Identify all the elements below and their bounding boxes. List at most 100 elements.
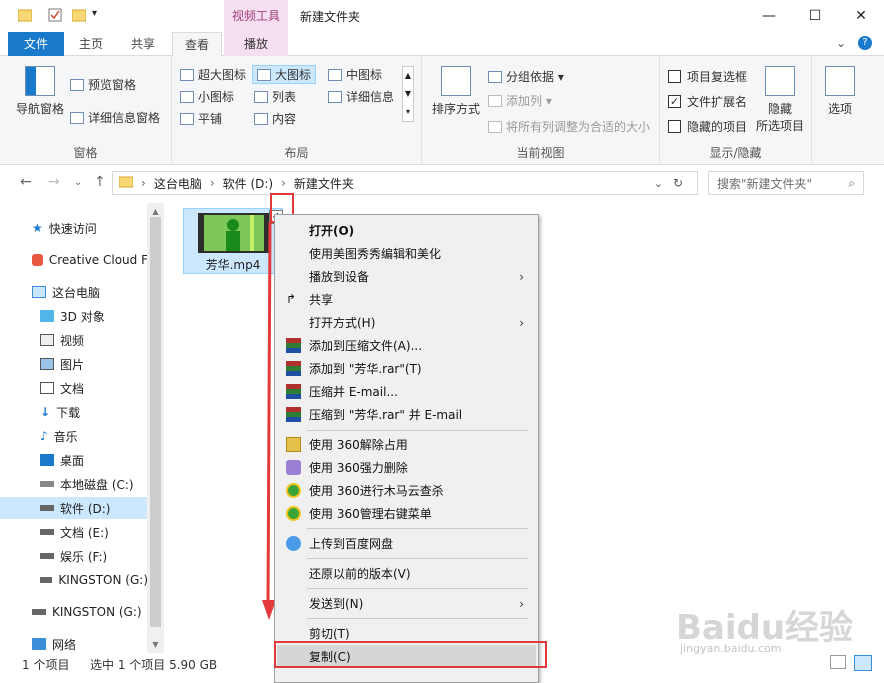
up-arrow-icon[interactable]: ↑	[94, 174, 106, 190]
preview-pane-button[interactable]: 预览窗格	[70, 76, 136, 93]
menu-label: 还原以前的版本(V)	[309, 567, 411, 581]
fit-columns-button[interactable]: 将所有列调整为合适的大小	[488, 118, 650, 135]
close-icon[interactable]: ✕	[838, 0, 884, 32]
details-pane-label: 详细信息窗格	[88, 111, 161, 125]
tab-share[interactable]: 共享	[118, 32, 168, 56]
layout-content[interactable]: 内容	[254, 110, 296, 127]
group-label-layout: 布局	[284, 146, 309, 160]
layout-small-icons[interactable]: 小图标	[180, 88, 234, 105]
address-bar[interactable]: › 这台电脑 › 软件 (D:) › 新建文件夹 ⌄ ↻	[112, 171, 698, 195]
tab-play[interactable]: 播放	[224, 32, 288, 56]
back-arrow-icon[interactable]: ←	[20, 174, 32, 190]
search-input[interactable]: 搜索"新建文件夹" ⌕	[708, 171, 864, 195]
nav-item-drive-g[interactable]: KINGSTON (G:)	[40, 569, 148, 591]
menu-item-restore[interactable]: 还原以前的版本(V)	[277, 562, 536, 585]
nav-pane-icon	[25, 66, 55, 96]
menu-item-360-scan[interactable]: 使用 360进行木马云查杀	[277, 479, 536, 502]
document-icon	[40, 382, 54, 394]
drive-icon	[40, 553, 54, 559]
forward-arrow-icon[interactable]: →	[48, 174, 60, 190]
menu-item-add-archive[interactable]: 添加到压缩文件(A)...	[277, 334, 536, 357]
extra-large-icons-icon	[180, 68, 194, 81]
menu-label: 发送到(N)	[309, 597, 364, 611]
ribbon-group-current-view: 排序方式 分组依据 ▾ 添加列 ▾ 将所有列调整为合适的大小 当前视图	[422, 56, 660, 165]
menu-item-360-delete[interactable]: 使用 360强力删除	[277, 456, 536, 479]
breadcrumb-current-folder[interactable]: 新建文件夹	[294, 175, 354, 192]
breadcrumb-separator-icon: ›	[141, 176, 146, 190]
menu-item-open[interactable]: 打开(O)	[277, 219, 536, 242]
picture-icon	[40, 358, 54, 370]
hide-selected-label-1: 隐藏	[767, 102, 792, 116]
layout-medium-icons[interactable]: 中图标	[328, 66, 382, 83]
tab-file[interactable]: 文件	[8, 32, 64, 56]
submenu-arrow-icon: ›	[519, 269, 524, 284]
layout-list[interactable]: 列表	[254, 88, 296, 105]
sort-by-button[interactable]: 排序方式	[430, 66, 482, 117]
collapse-ribbon-icon[interactable]: ⌄	[836, 36, 846, 50]
menu-item-cast[interactable]: 播放到设备 ›	[277, 265, 536, 288]
layout-tiles[interactable]: 平铺	[180, 110, 222, 127]
nav-label: 网络	[52, 637, 77, 652]
properties-icon[interactable]	[48, 8, 62, 25]
details-pane-button[interactable]: 详细信息窗格	[70, 109, 160, 126]
nav-item-drive-d[interactable]: 软件 (D:)	[0, 497, 148, 519]
new-folder-icon[interactable]	[71, 8, 87, 25]
scroll-down-icon[interactable]: ▼	[147, 640, 164, 649]
menu-item-zip-rar-email[interactable]: 压缩到 "芳华.rar" 并 E-mail	[277, 403, 536, 426]
minimize-icon[interactable]: —	[746, 0, 792, 32]
menu-label: 使用 360解除占用	[309, 438, 408, 452]
menu-label: 共享	[309, 293, 334, 307]
menu-item-share[interactable]: ↱ 共享	[277, 288, 536, 311]
details-icon	[328, 90, 342, 103]
hidden-items-toggle[interactable]: 隐藏的项目	[668, 118, 747, 135]
menu-item-open-with[interactable]: 打开方式(H) ›	[277, 311, 536, 334]
recent-dropdown-icon[interactable]: ⌄	[74, 177, 82, 188]
breadcrumb-drive-d[interactable]: 软件 (D:)	[223, 175, 273, 192]
layout-scroll-icon[interactable]: ▲ ▼ ▾	[402, 66, 414, 122]
refresh-icon[interactable]: ↻	[673, 176, 683, 190]
layout-extra-large-icons[interactable]: 超大图标	[180, 66, 246, 83]
nav-label: Creative Cloud F	[48, 253, 148, 267]
file-ext-toggle[interactable]: ✓ 文件扩展名	[668, 93, 747, 110]
usb-drive-icon	[40, 577, 53, 583]
options-button[interactable]: 选项	[818, 66, 862, 117]
options-label: 选项	[827, 102, 852, 116]
tab-view[interactable]: 查看	[172, 32, 222, 57]
menu-item-add-rar[interactable]: 添加到 "芳华.rar"(T)	[277, 357, 536, 380]
hide-selected-button[interactable]: 隐藏 所选项目	[752, 66, 808, 134]
address-dropdown-icon[interactable]: ⌄	[654, 177, 663, 190]
maximize-icon[interactable]: ☐	[792, 0, 838, 32]
group-by-button[interactable]: 分组依据 ▾	[488, 68, 564, 85]
add-column-button[interactable]: 添加列 ▾	[488, 92, 552, 109]
hide-selected-icon	[765, 66, 795, 96]
menu-item-send-to[interactable]: 发送到(N) ›	[277, 592, 536, 615]
context-menu: 打开(O) 使用美图秀秀编辑和美化 播放到设备 › ↱ 共享 打开方式(H) › 添加…	[274, 214, 539, 683]
shred-360-icon	[286, 460, 301, 475]
item-checkbox-toggle[interactable]: 项目复选框	[668, 68, 747, 85]
menu-item-zip-email[interactable]: 压缩并 E-mail...	[277, 380, 536, 403]
menu-label: 播放到设备	[309, 270, 370, 284]
nav-label: 这台电脑	[52, 285, 101, 300]
nav-item-creative-cloud[interactable]: Creative Cloud F	[32, 249, 148, 271]
menu-item-meitu[interactable]: 使用美图秀秀编辑和美化	[277, 242, 536, 265]
address-row: ← → ⌄ ↑ › 这台电脑 › 软件 (D:) › 新建文件夹 ⌄ ↻ 搜索"…	[0, 166, 884, 200]
menu-item-360-unlock[interactable]: 使用 360解除占用	[277, 433, 536, 456]
nav-pane-button[interactable]: 导航窗格	[12, 66, 68, 117]
nav-scroll-thumb[interactable]	[150, 217, 161, 627]
menu-item-baidu-upload[interactable]: 上传到百度网盘	[277, 532, 536, 555]
video-thumbnail	[198, 213, 270, 253]
details-view-icon[interactable]	[830, 655, 846, 669]
search-placeholder: 搜索"新建文件夹"	[717, 176, 813, 191]
scroll-up-icon[interactable]: ▲	[147, 207, 164, 216]
help-icon[interactable]: ?	[858, 36, 872, 50]
tab-home[interactable]: 主页	[70, 32, 112, 56]
quick-access-dropdown-icon[interactable]: ▾	[92, 8, 97, 19]
layout-large-icons[interactable]: 大图标	[252, 65, 317, 84]
menu-item-360-manage[interactable]: 使用 360管理右键菜单	[277, 502, 536, 525]
nav-label: 视频	[60, 333, 85, 348]
large-icons-view-icon[interactable]	[854, 655, 872, 671]
breadcrumb-this-pc[interactable]: 这台电脑	[154, 175, 202, 192]
menu-label: 剪切(T)	[309, 627, 350, 641]
star-icon: ★	[32, 221, 43, 235]
layout-details[interactable]: 详细信息	[328, 88, 394, 105]
